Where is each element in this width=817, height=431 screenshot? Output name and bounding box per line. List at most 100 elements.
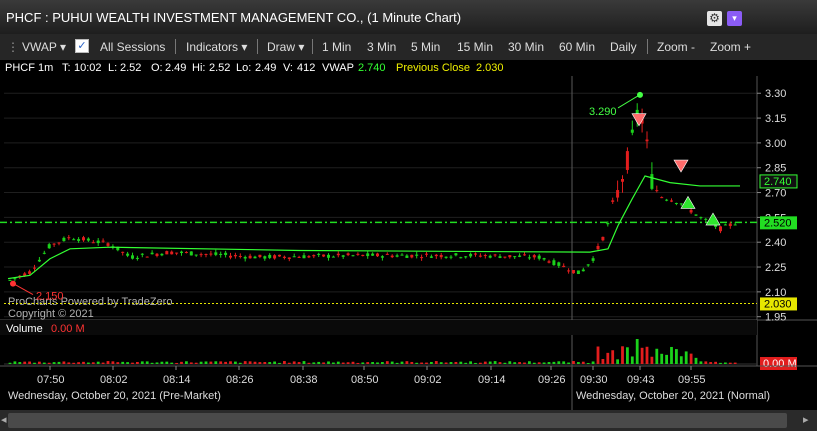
gear-icon[interactable]: ⚙	[707, 11, 722, 26]
volume-bar	[385, 361, 389, 364]
candle-body	[155, 253, 159, 256]
low-value: 2.49	[255, 62, 277, 74]
prev-close-label: Previous Close	[396, 62, 470, 74]
volume-bar	[665, 354, 668, 364]
volume-bar	[199, 361, 203, 364]
volume-bar	[366, 362, 370, 364]
candle-body	[699, 217, 703, 219]
candle-body	[258, 254, 262, 258]
volume-bar	[488, 361, 492, 364]
watermark-line-2: Copyright © 2021	[8, 308, 94, 320]
all-sessions-checkbox[interactable]: ✓	[75, 39, 89, 53]
candle-body	[140, 253, 144, 255]
candle-body	[469, 253, 473, 257]
volume-bar	[42, 362, 46, 364]
vwap-dropdown[interactable]: VWAP ▾	[22, 40, 66, 54]
candle-body	[493, 254, 497, 256]
candle-body	[214, 252, 218, 255]
time-tick-label: 09:43	[627, 374, 655, 386]
volume-bar	[224, 361, 227, 364]
volume-bar	[640, 347, 644, 364]
vwap-info-label: VWAP	[322, 62, 354, 74]
time-tick-label: 09:30	[580, 374, 608, 386]
high-value: 2.52	[209, 62, 231, 74]
price-chart[interactable]: 3.303.153.002.852.702.552.402.252.101.95…	[0, 76, 817, 410]
chart-scrollbar[interactable]: ◂ ▸	[0, 410, 817, 431]
candle-body	[346, 253, 350, 256]
high-marker-leader	[617, 95, 639, 109]
volume-bar	[655, 348, 659, 364]
volume-pane-header	[0, 320, 757, 335]
candle-body	[243, 256, 247, 259]
time-value: 10:02	[74, 62, 102, 74]
volume-bar	[508, 361, 512, 364]
time-tick-label: 08:26	[226, 374, 254, 386]
interval-5min[interactable]: 5 Min	[411, 40, 440, 54]
candle-body	[86, 238, 90, 241]
volume-bar	[567, 362, 570, 364]
indicators-dropdown[interactable]: Indicators ▾	[186, 40, 247, 54]
menu-dropdown-icon[interactable]: ▾	[727, 11, 742, 26]
interval-30min[interactable]: 30 Min	[508, 40, 544, 54]
price-tick-label: 3.15	[765, 113, 786, 125]
interval-60min[interactable]: 60 Min	[559, 40, 595, 54]
candle-body	[498, 256, 502, 258]
interval-daily[interactable]: Daily	[610, 40, 637, 54]
time-tick-label: 09:02	[414, 374, 442, 386]
candle-body	[248, 255, 252, 259]
candle-body	[621, 178, 624, 182]
zoom-out-button[interactable]: Zoom -	[657, 40, 695, 54]
candle-body	[581, 269, 585, 272]
candle-body	[601, 236, 605, 241]
volume-bar	[229, 361, 232, 364]
candle-body	[723, 224, 727, 226]
volume-bar	[724, 362, 727, 364]
volume-bar	[650, 356, 654, 364]
candle-body	[478, 255, 482, 257]
candle-body	[425, 253, 428, 255]
candle-body	[47, 244, 51, 249]
candle-body	[474, 253, 477, 255]
scroll-right-icon[interactable]: ▸	[803, 413, 809, 426]
volume-bar	[131, 362, 134, 364]
volume-bar	[302, 361, 306, 364]
candle-body	[42, 252, 46, 254]
trade-markers	[631, 113, 721, 226]
volume-bar	[611, 350, 615, 364]
candle-body	[405, 255, 409, 258]
candle-body	[410, 254, 414, 258]
candle-body	[508, 255, 512, 258]
candle-body	[439, 254, 443, 258]
volume-bar	[145, 361, 149, 364]
interval-3min[interactable]: 3 Min	[367, 40, 396, 54]
interval-15min[interactable]: 15 Min	[457, 40, 493, 54]
candle-body	[586, 264, 590, 266]
buy-marker-icon	[680, 195, 696, 209]
scroll-thumb[interactable]	[8, 413, 787, 428]
scroll-left-icon[interactable]: ◂	[1, 413, 7, 426]
volume-bar	[621, 346, 624, 364]
candle-body	[292, 256, 296, 258]
volume-bar	[689, 353, 693, 364]
interval-1min[interactable]: 1 Min	[322, 40, 351, 54]
candle-body	[518, 255, 522, 257]
volume-bar	[493, 361, 497, 364]
candle-body	[665, 199, 669, 201]
candle-body	[630, 129, 634, 133]
volume-bar	[317, 361, 321, 364]
volume-bar	[537, 362, 541, 364]
all-sessions-label[interactable]: All Sessions	[100, 40, 165, 54]
volume-bar	[341, 362, 345, 364]
candle-body	[591, 258, 595, 261]
zoom-in-button[interactable]: Zoom +	[710, 40, 751, 54]
candle-body	[429, 256, 433, 258]
volume-bar	[332, 362, 335, 364]
volume-bar	[395, 362, 399, 364]
draw-dropdown[interactable]: Draw ▾	[267, 40, 304, 54]
volume-pane-title: Volume	[6, 323, 43, 335]
candle-body	[361, 254, 365, 257]
volume-bar	[425, 362, 428, 364]
quote-info-bar: PHCF 1m T: 10:02 L: 2.52 O: 2.49 Hi: 2.5…	[0, 60, 817, 76]
volume-bar	[474, 362, 477, 364]
candle-body	[366, 253, 370, 257]
